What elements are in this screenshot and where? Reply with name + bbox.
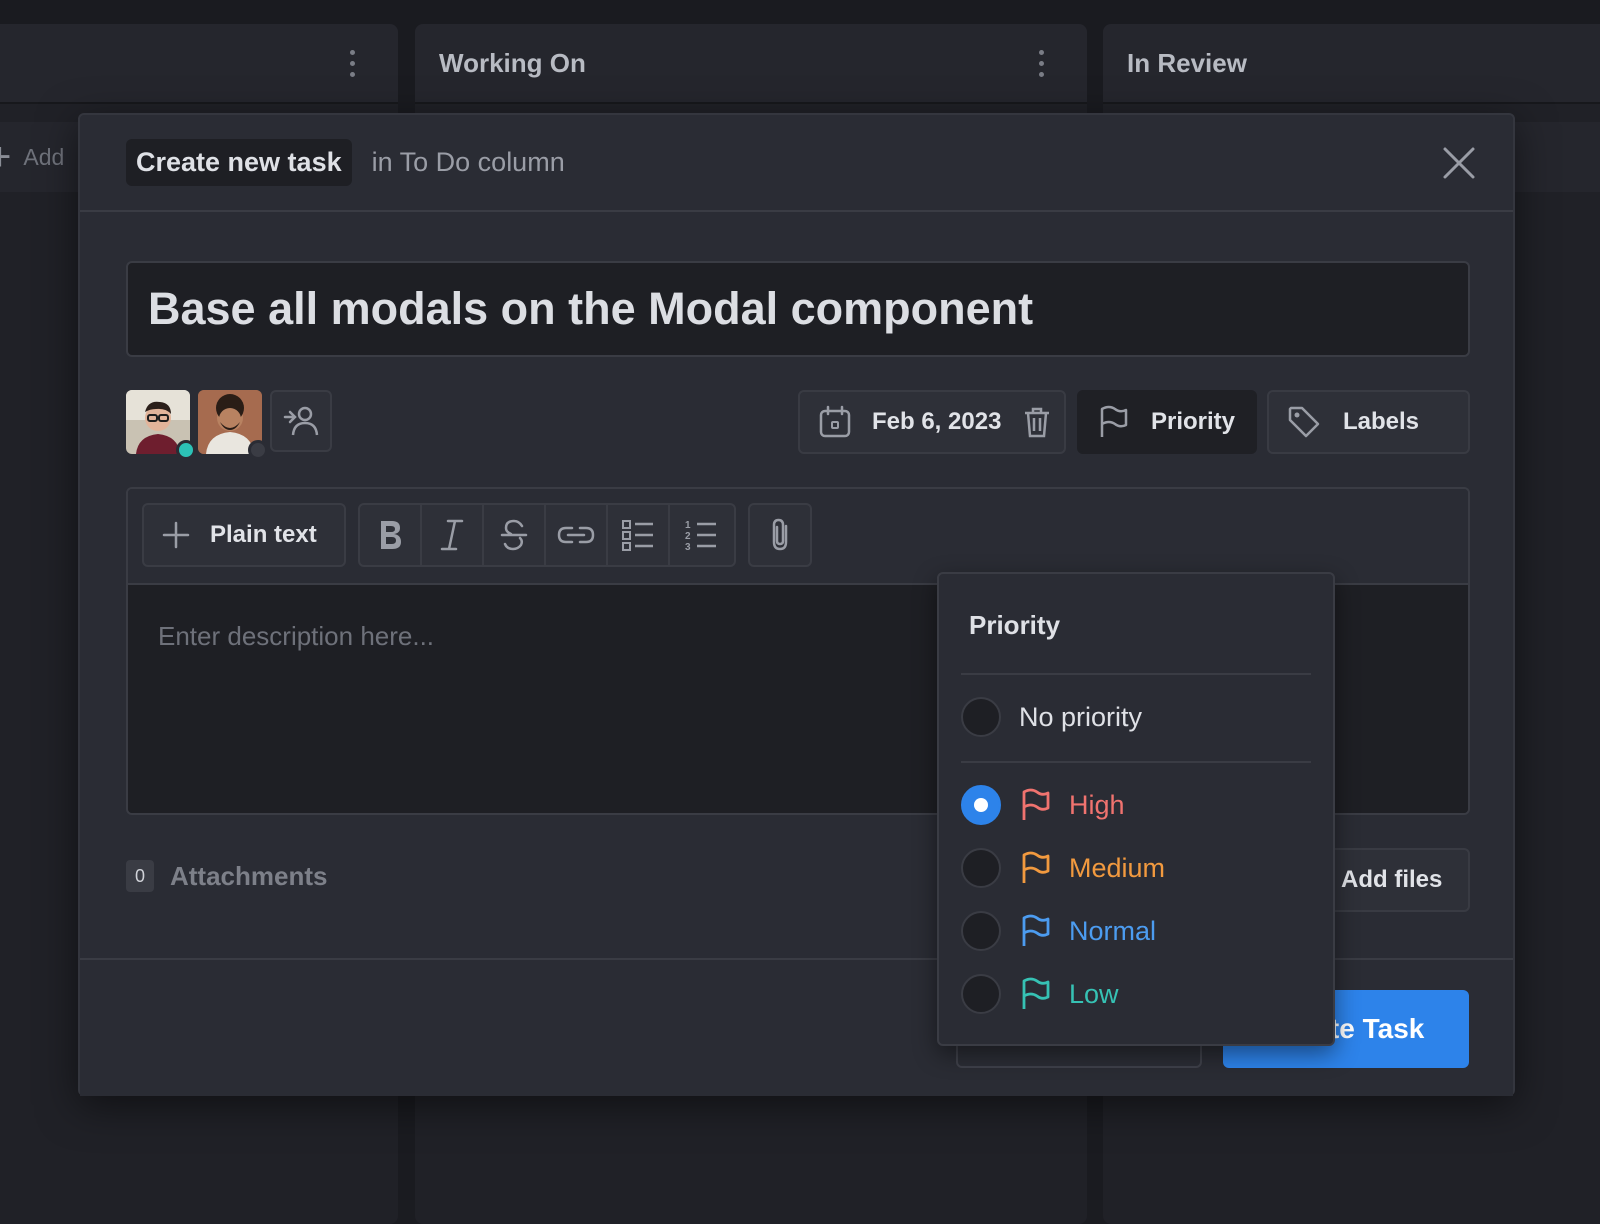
- online-status-dot: [176, 440, 196, 460]
- modal-title: Create new task: [126, 139, 352, 186]
- assignee-list: [126, 390, 332, 454]
- attach-button[interactable]: [748, 503, 812, 567]
- attachments-count-badge: 0: [126, 860, 154, 892]
- column-title: In Review: [1127, 48, 1247, 79]
- column-menu-icon[interactable]: [340, 43, 364, 83]
- attachments-label: Attachments: [170, 861, 327, 892]
- priority-option-label: Normal: [1069, 916, 1156, 947]
- priority-dropdown: Priority No priority High Medium Normal …: [937, 572, 1335, 1046]
- task-title-input[interactable]: Base all modals on the Modal component: [126, 261, 1470, 357]
- plus-icon: [162, 521, 190, 549]
- priority-option-label: No priority: [1019, 702, 1142, 733]
- italic-button[interactable]: [422, 505, 484, 565]
- priority-option-medium[interactable]: Medium: [961, 840, 1311, 896]
- add-assignee-button[interactable]: [270, 390, 332, 452]
- priority-button-label: Priority: [1151, 408, 1235, 436]
- divider: [961, 761, 1311, 763]
- avatar[interactable]: [126, 390, 190, 454]
- radio-button[interactable]: [961, 911, 1001, 951]
- radio-button[interactable]: [961, 697, 1001, 737]
- column-menu-icon[interactable]: [1029, 43, 1053, 83]
- priority-option-high[interactable]: High: [961, 777, 1311, 833]
- priority-option-label: Low: [1069, 979, 1119, 1010]
- red-flag-icon: [1019, 788, 1051, 822]
- offline-status-dot: [248, 440, 268, 460]
- flag-icon: [1097, 405, 1129, 439]
- due-date-value: Feb 6, 2023: [872, 408, 1001, 436]
- svg-text:3: 3: [685, 542, 691, 552]
- trash-icon[interactable]: [1021, 405, 1053, 439]
- radio-button[interactable]: [961, 848, 1001, 888]
- link-button[interactable]: [546, 505, 608, 565]
- strikethrough-button[interactable]: [484, 505, 546, 565]
- svg-text:2: 2: [685, 531, 691, 542]
- paperclip-icon: [767, 517, 793, 553]
- bold-icon: [375, 518, 405, 552]
- attachments-section: 0 Attachments: [126, 860, 327, 892]
- labels-button-label: Labels: [1343, 408, 1419, 436]
- numbered-list-button[interactable]: 1 2 3: [670, 505, 732, 565]
- add-user-icon: [281, 401, 321, 441]
- column-header: [0, 24, 398, 104]
- text-mode-label: Plain text: [210, 521, 317, 549]
- teal-flag-icon: [1019, 977, 1051, 1011]
- bold-button[interactable]: [360, 505, 422, 565]
- bullet-list-icon: [621, 518, 655, 552]
- modal-header: Create new task in To Do column: [80, 115, 1513, 212]
- column-header: In Review: [1103, 24, 1600, 104]
- priority-option-normal[interactable]: Normal: [961, 903, 1311, 959]
- format-toolbar: 1 2 3: [358, 503, 736, 567]
- divider: [961, 673, 1311, 675]
- priority-option-label: High: [1069, 790, 1125, 821]
- link-icon: [557, 518, 595, 552]
- tag-icon: [1287, 405, 1321, 439]
- radio-button-selected[interactable]: [961, 785, 1001, 825]
- priority-dropdown-title: Priority: [969, 610, 1060, 641]
- radio-button[interactable]: [961, 974, 1001, 1014]
- column-title: Working On: [439, 48, 586, 79]
- strikethrough-icon: [499, 518, 529, 552]
- numbered-list-icon: 1 2 3: [684, 518, 718, 552]
- add-files-label: Add files: [1341, 866, 1442, 894]
- calendar-icon: [818, 405, 852, 439]
- svg-text:1: 1: [685, 520, 691, 531]
- column-header: Working On: [415, 24, 1087, 104]
- due-date-button[interactable]: Feb 6, 2023: [798, 390, 1066, 454]
- italic-icon: [438, 518, 466, 552]
- plus-icon: +: [0, 135, 11, 180]
- create-task-modal: Create new task in To Do column Base all…: [78, 113, 1515, 1096]
- priority-button[interactable]: Priority: [1077, 390, 1257, 454]
- orange-flag-icon: [1019, 851, 1051, 885]
- labels-button[interactable]: Labels: [1267, 390, 1470, 454]
- priority-option-label: Medium: [1069, 853, 1165, 884]
- close-icon[interactable]: [1439, 143, 1479, 183]
- avatar[interactable]: [198, 390, 262, 454]
- priority-option-none[interactable]: No priority: [961, 689, 1311, 745]
- blue-flag-icon: [1019, 914, 1051, 948]
- text-mode-button[interactable]: Plain text: [142, 503, 346, 567]
- editor-toolbar: Plain text: [128, 489, 1468, 585]
- add-task-label: Add: [23, 144, 64, 171]
- priority-option-low[interactable]: Low: [961, 966, 1311, 1022]
- modal-subtitle: in To Do column: [372, 147, 565, 178]
- bullet-list-button[interactable]: [608, 505, 670, 565]
